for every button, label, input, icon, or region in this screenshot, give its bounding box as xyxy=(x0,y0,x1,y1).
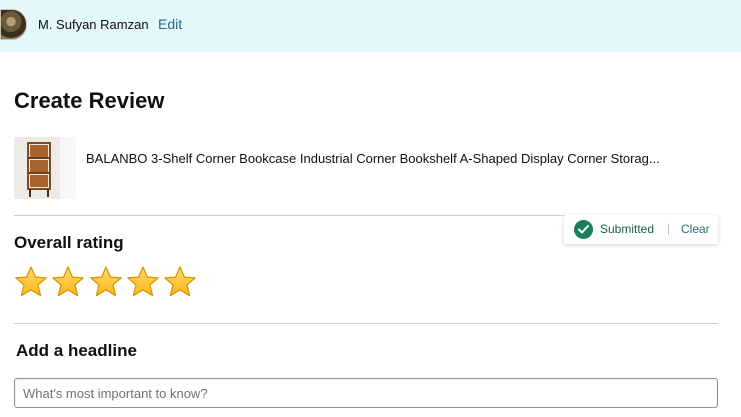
star-icon-4[interactable] xyxy=(126,265,160,299)
headline-input[interactable] xyxy=(14,378,718,408)
product-image xyxy=(14,137,76,199)
overall-rating-heading: Overall rating xyxy=(14,233,124,252)
clear-rating-link[interactable]: Clear xyxy=(681,222,710,236)
star-icon-2[interactable] xyxy=(51,265,85,299)
user-name: M. Sufyan Ramzan xyxy=(38,17,149,32)
star-icon-5[interactable] xyxy=(163,265,197,299)
section-divider xyxy=(14,323,718,324)
star-icon-3[interactable] xyxy=(89,265,123,299)
add-headline-heading: Add a headline xyxy=(16,341,137,360)
checkmark-icon xyxy=(574,220,593,239)
rating-status-chip: Submitted | Clear xyxy=(564,215,718,244)
star-icon-1[interactable] xyxy=(14,265,48,299)
submitted-status-text: Submitted xyxy=(600,222,655,236)
edit-profile-link[interactable]: Edit xyxy=(158,16,182,32)
user-avatar xyxy=(0,9,27,40)
profile-header-bar: M. Sufyan Ramzan Edit xyxy=(0,0,741,52)
status-separator: | xyxy=(667,221,671,235)
page-title: Create Review xyxy=(14,88,165,113)
product-title: BALANBO 3-Shelf Corner Bookcase Industri… xyxy=(86,151,660,166)
